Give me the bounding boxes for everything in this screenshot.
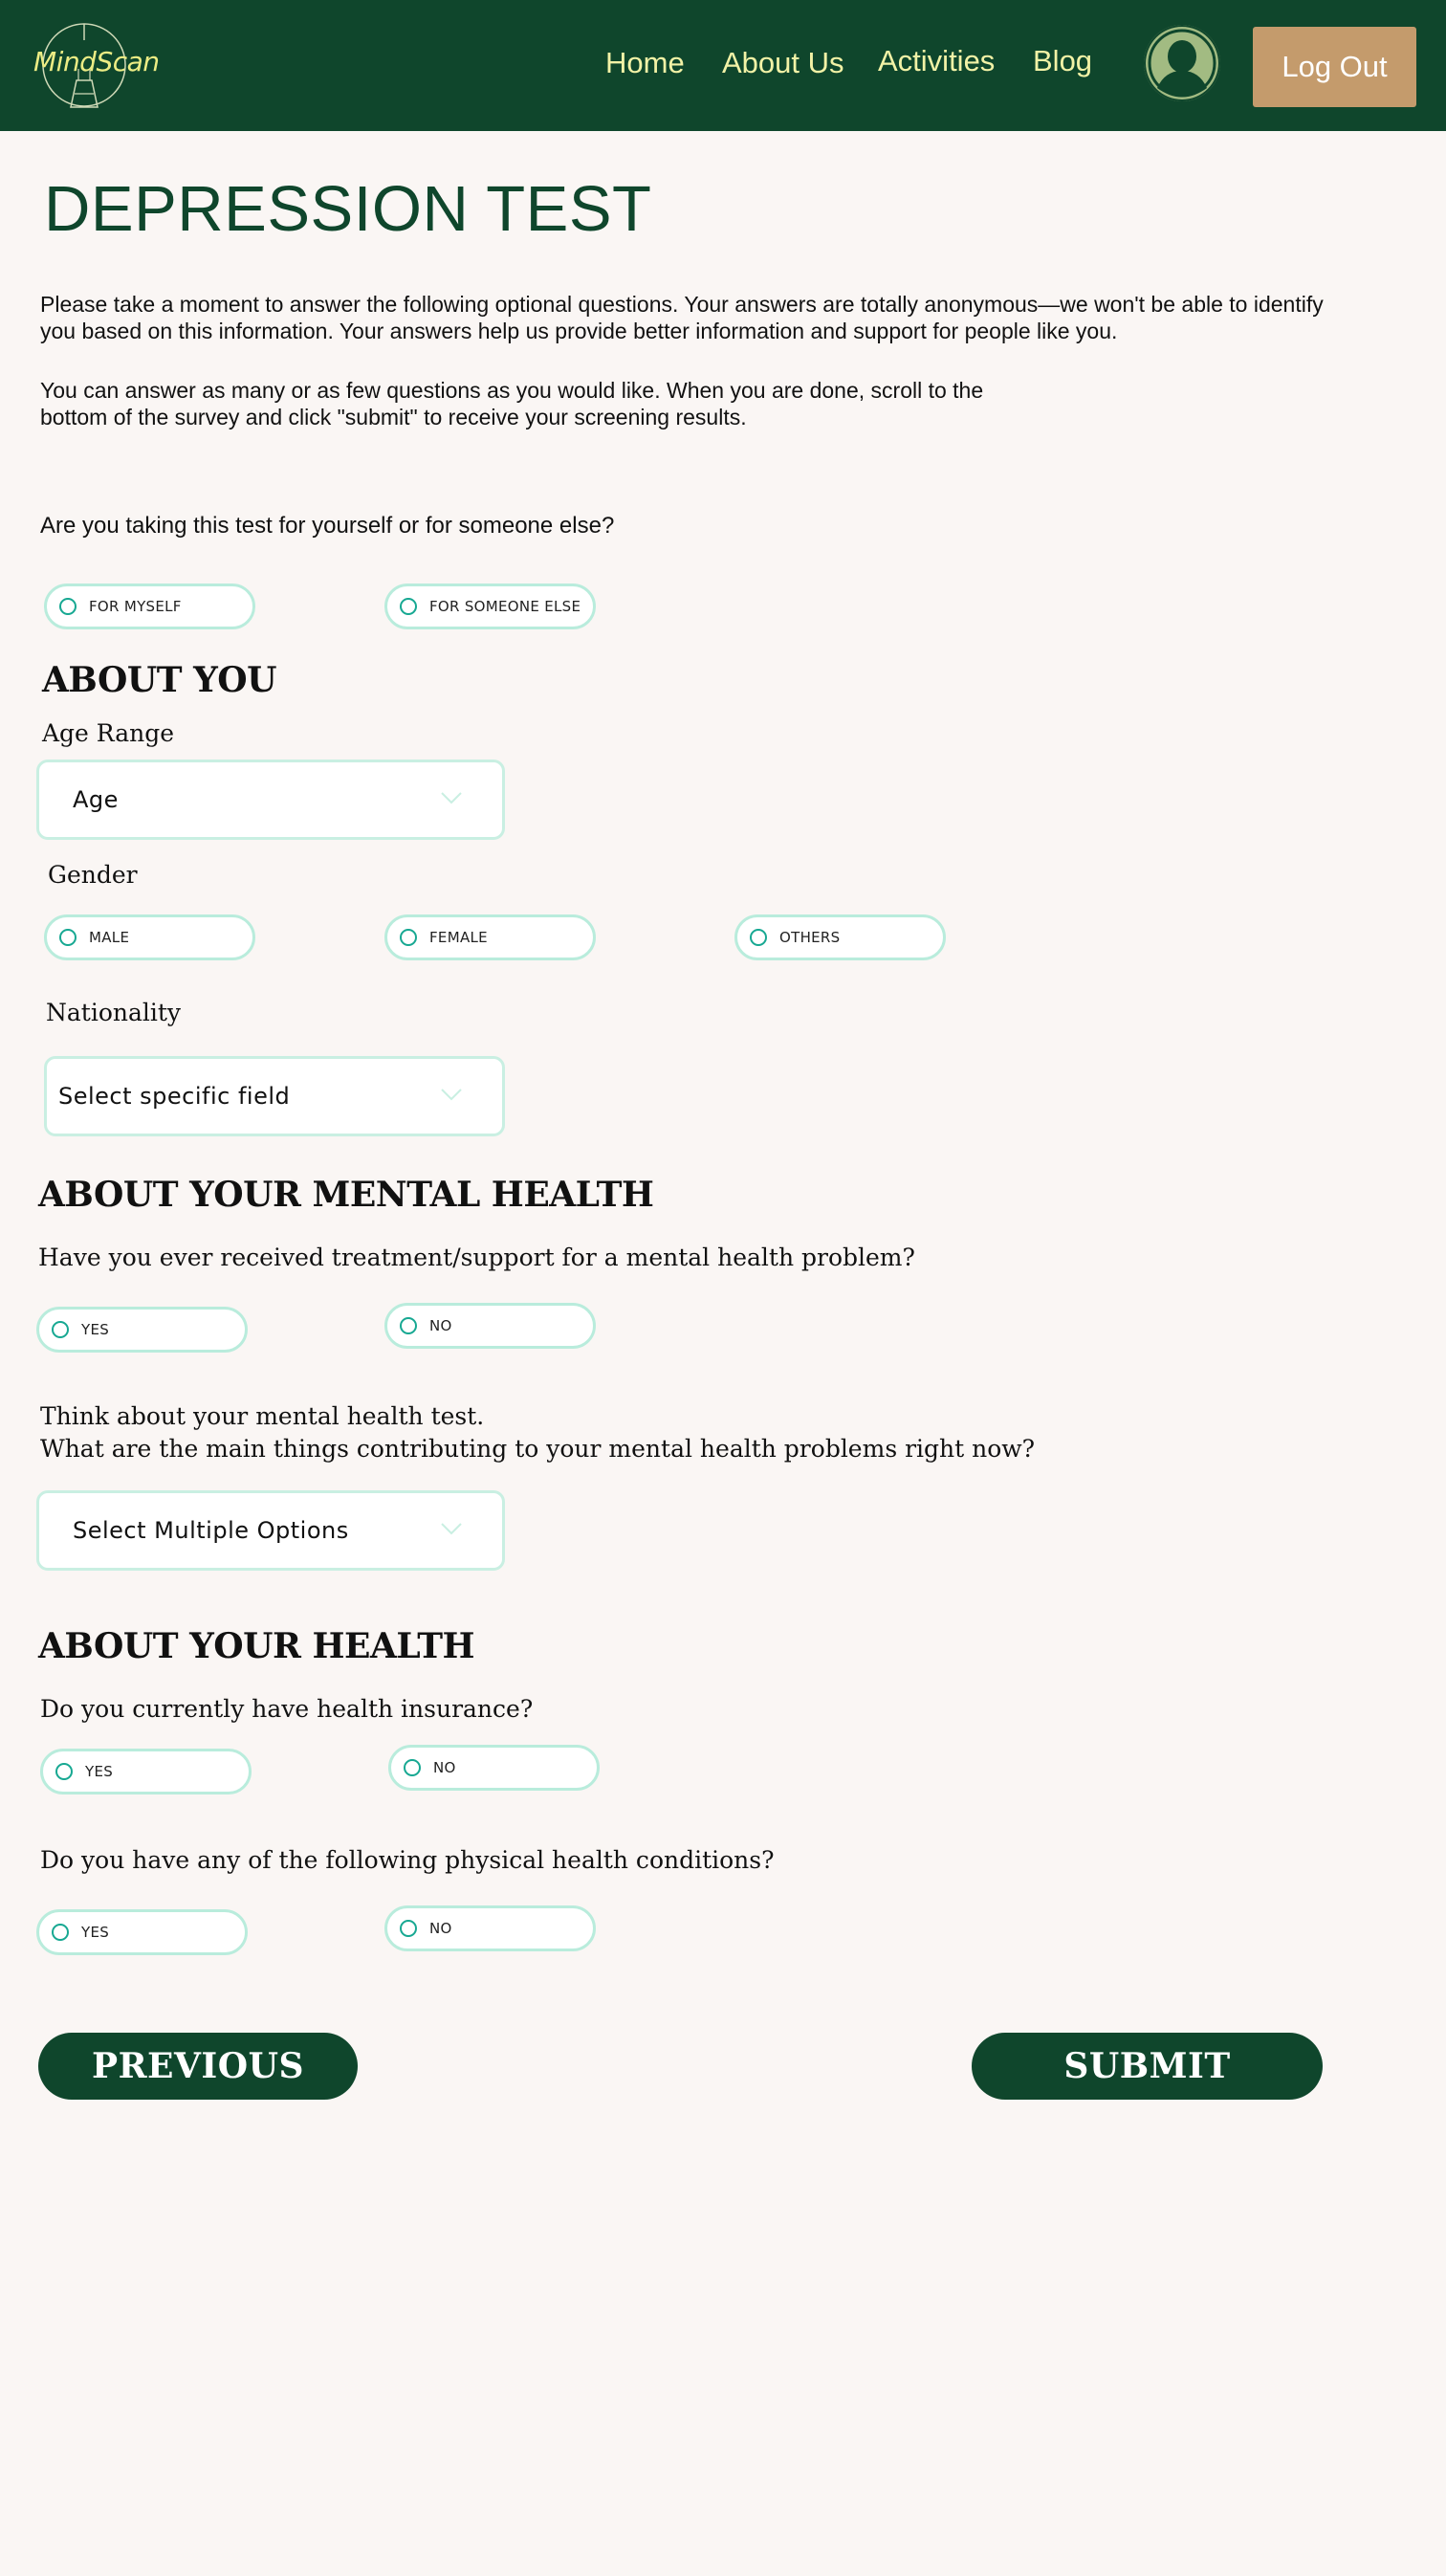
option-label: MALE — [89, 929, 130, 946]
radio-icon[interactable] — [400, 598, 417, 615]
gender-male[interactable]: MALE — [44, 914, 255, 960]
radio-icon[interactable] — [55, 1763, 73, 1780]
page-title: DEPRESSION TEST — [44, 173, 652, 245]
top-navbar: MindScan Home About Us Activities Blog L… — [0, 0, 1446, 131]
radio-icon[interactable] — [52, 1321, 69, 1338]
logo-text: MindScan — [33, 46, 160, 77]
radio-icon[interactable] — [400, 929, 417, 946]
option-label: FEMALE — [429, 929, 488, 946]
option-label: FOR MYSELF — [89, 598, 182, 615]
radio-icon[interactable] — [400, 1920, 417, 1937]
section-health: ABOUT YOUR HEALTH — [38, 1626, 475, 1666]
previous-button[interactable]: PREVIOUS — [38, 2033, 358, 2100]
think-line-2: What are the main things contributing to… — [40, 1435, 1036, 1463]
nav-home[interactable]: Home — [605, 46, 685, 80]
radio-icon[interactable] — [59, 929, 77, 946]
think-line-1: Think about your mental health test. — [40, 1402, 485, 1430]
radio-icon[interactable] — [750, 929, 767, 946]
nationality-select-value: Select specific field — [58, 1083, 291, 1110]
treatment-no[interactable]: NO — [384, 1303, 596, 1349]
taker-question: Are you taking this test for yourself or… — [40, 513, 615, 539]
submit-button[interactable]: SUBMIT — [972, 2033, 1323, 2100]
option-label: OTHERS — [779, 929, 841, 946]
conditions-yes[interactable]: YES — [36, 1909, 248, 1955]
option-label: YES — [81, 1924, 110, 1941]
section-about-you: ABOUT YOU — [42, 660, 277, 700]
nav-about-us[interactable]: About Us — [722, 46, 844, 80]
option-label: YES — [81, 1321, 110, 1338]
nav-blog[interactable]: Blog — [1033, 44, 1092, 78]
section-mental-health: ABOUT YOUR MENTAL HEALTH — [38, 1175, 654, 1215]
user-avatar-icon[interactable] — [1144, 25, 1220, 101]
chevron-down-icon — [441, 1523, 462, 1535]
age-range-label: Age Range — [42, 719, 175, 747]
insurance-yes[interactable]: YES — [40, 1749, 252, 1794]
gender-label: Gender — [48, 861, 138, 889]
intro-paragraph-2: You can answer as many or as few questio… — [40, 378, 984, 429]
radio-icon[interactable] — [400, 1317, 417, 1334]
gender-female[interactable]: FEMALE — [384, 914, 596, 960]
intro-paragraph-1: Please take a moment to answer the follo… — [40, 292, 1324, 343]
chevron-down-icon — [441, 1089, 462, 1101]
contributors-select-value: Select Multiple Options — [73, 1517, 349, 1544]
treatment-yes[interactable]: YES — [36, 1307, 248, 1353]
contributors-select[interactable]: Select Multiple Options — [36, 1490, 505, 1571]
radio-icon[interactable] — [59, 598, 77, 615]
option-label: NO — [429, 1317, 452, 1334]
insurance-question: Do you currently have health insurance? — [40, 1695, 534, 1723]
age-select-value: Age — [73, 786, 119, 813]
nationality-label: Nationality — [46, 999, 182, 1026]
conditions-question: Do you have any of the following physica… — [40, 1846, 775, 1874]
option-label: YES — [85, 1763, 114, 1780]
radio-icon[interactable] — [52, 1924, 69, 1941]
nationality-select[interactable]: Select specific field — [44, 1056, 505, 1136]
option-label: FOR SOMEONE ELSE — [429, 598, 581, 615]
insurance-no[interactable]: NO — [388, 1745, 600, 1791]
treatment-question: Have you ever received treatment/support… — [38, 1244, 915, 1271]
radio-icon[interactable] — [404, 1759, 421, 1776]
option-for-someone-else[interactable]: FOR SOMEONE ELSE — [384, 583, 596, 629]
gender-others[interactable]: OTHERS — [734, 914, 946, 960]
option-label: NO — [433, 1759, 456, 1776]
option-for-myself[interactable]: FOR MYSELF — [44, 583, 255, 629]
conditions-no[interactable]: NO — [384, 1905, 596, 1951]
logout-button[interactable]: Log Out — [1253, 27, 1416, 107]
age-select[interactable]: Age — [36, 760, 505, 840]
option-label: NO — [429, 1920, 452, 1937]
chevron-down-icon — [441, 792, 462, 804]
nav-activities[interactable]: Activities — [878, 44, 995, 78]
